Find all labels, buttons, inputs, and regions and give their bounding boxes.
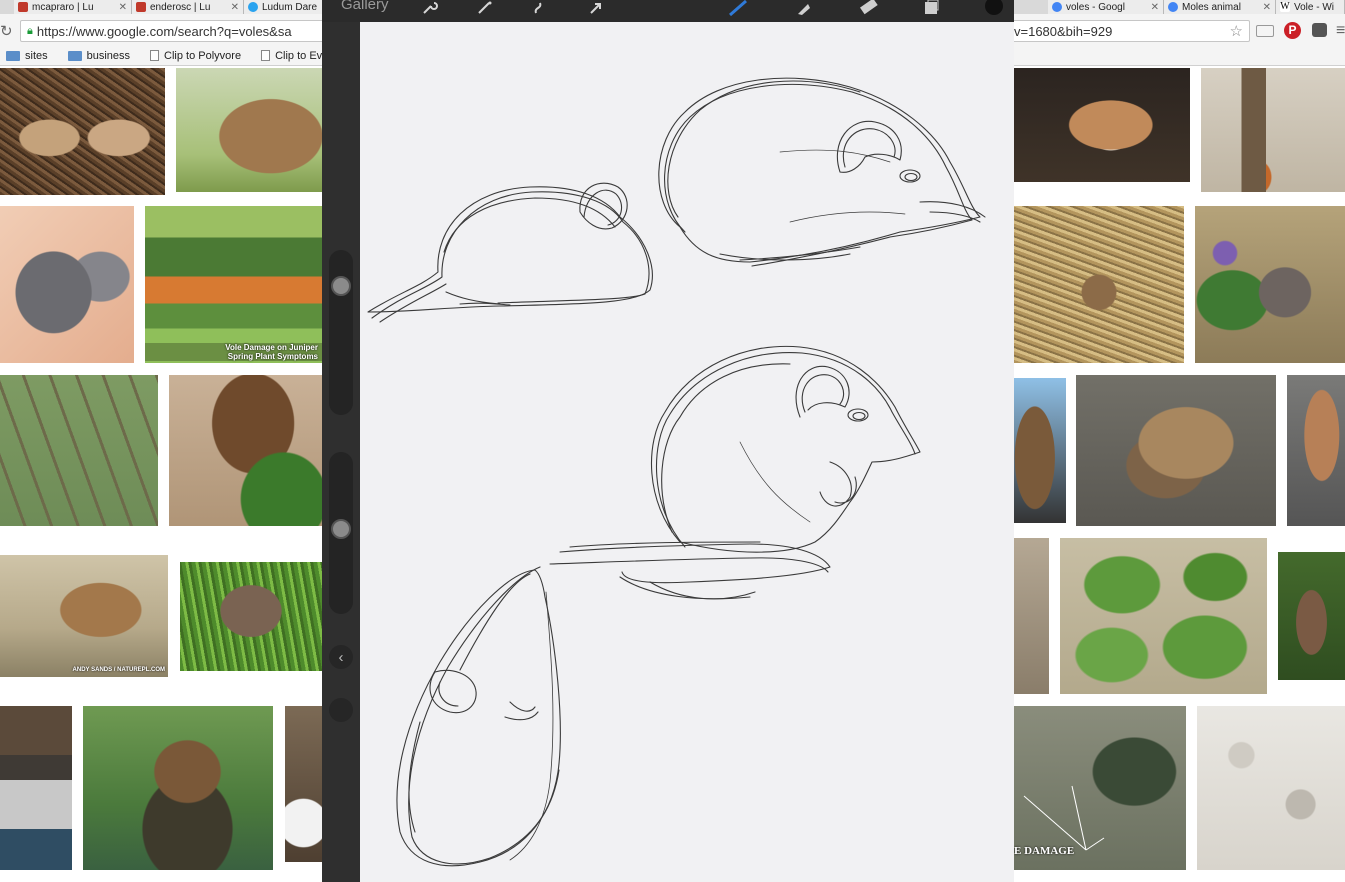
page-icon — [261, 50, 271, 61]
image-result[interactable]: Vole Damage on Juniper Spring Plant Symp… — [145, 206, 322, 363]
image-caption: Vole Damage on Juniper Spring Plant Symp… — [145, 343, 322, 361]
star-bookmark-icon[interactable]: ☆ — [1230, 22, 1243, 40]
pinterest-icon[interactable]: P — [1284, 22, 1301, 39]
wikipedia-icon: W — [1280, 1, 1290, 12]
ludum-dare-favicon — [18, 2, 28, 12]
google-icon — [1052, 2, 1062, 12]
selection-icon[interactable] — [529, 0, 551, 16]
bookmark-label: Clip to Eve — [275, 49, 329, 62]
pocket-icon[interactable] — [1312, 23, 1327, 37]
sketch-vole-body-small — [367, 182, 653, 323]
twitter-bird-icon — [248, 2, 258, 12]
folder-icon — [6, 50, 20, 61]
bookmark-label: sites — [25, 49, 48, 62]
magic-wand-icon[interactable] — [474, 0, 496, 16]
bookmark-clip-to-evernote[interactable]: Clip to Eve — [261, 50, 328, 62]
image-result[interactable] — [0, 206, 134, 363]
url-field[interactable]: 🔒︎ https://www.google.com/search?q=voles… — [20, 20, 330, 42]
image-result[interactable] — [180, 562, 322, 671]
extension-icon[interactable] — [1256, 25, 1274, 37]
layers-icon[interactable] — [920, 0, 942, 16]
folder-icon — [67, 50, 82, 61]
image-result[interactable] — [285, 706, 322, 862]
image-result[interactable] — [1076, 375, 1276, 526]
bookmark-sites[interactable]: sites — [6, 50, 48, 62]
image-result[interactable] — [1014, 206, 1184, 363]
tab-title: enderosc | Lu — [150, 1, 211, 13]
color-swatch-icon[interactable] — [983, 0, 1005, 16]
image-result[interactable] — [1014, 378, 1066, 523]
image-result[interactable] — [0, 706, 72, 870]
page-icon — [150, 50, 160, 61]
image-result[interactable] — [1195, 206, 1345, 363]
image-result[interactable] — [1278, 552, 1345, 680]
tab-title: mcapraro | Lu — [32, 1, 94, 13]
image-caption: E DAMAGE — [1014, 845, 1075, 857]
brush-icon[interactable] — [728, 0, 750, 16]
redo-icon[interactable] — [329, 698, 353, 722]
image-result[interactable] — [1287, 375, 1345, 526]
transform-arrow-icon[interactable] — [585, 0, 607, 16]
menu-icon[interactable]: ≡ — [1336, 22, 1345, 40]
url-text: https://www.google.com/search?q=voles&sa — [36, 23, 292, 39]
brush-size-slider[interactable] — [329, 250, 353, 415]
vole-sketches — [367, 77, 986, 867]
tab-voles-google[interactable]: voles - Googl ✕ — [1048, 0, 1164, 14]
brush-opacity-knob[interactable] — [331, 519, 351, 539]
gallery-button[interactable]: Gallery — [341, 0, 389, 13]
sketch-vole-rough — [396, 566, 561, 867]
bookmark-clip-to-polyvore[interactable]: Clip to Polyvore — [150, 50, 241, 62]
close-tab-icon[interactable]: ✕ — [1147, 2, 1159, 13]
image-result[interactable] — [1014, 68, 1190, 182]
wrench-icon[interactable] — [419, 0, 441, 16]
bookmark-label: Clip to Polyvore — [164, 49, 242, 62]
image-result[interactable] — [169, 375, 322, 526]
bookmark-business[interactable]: business — [67, 49, 131, 62]
tab-title: Moles animal — [1182, 1, 1241, 13]
image-result[interactable] — [1197, 706, 1345, 870]
close-tab-icon[interactable]: ✕ — [115, 2, 127, 13]
image-result[interactable] — [176, 68, 322, 192]
smudge-icon[interactable] — [793, 0, 815, 16]
url-field-continued[interactable]: v=1680&bih=929 ☆ — [1010, 20, 1250, 42]
image-result[interactable] — [1014, 538, 1049, 694]
tab-ludum-dare[interactable]: Ludum Dare — [244, 0, 324, 14]
lock-icon: 🔒︎ — [27, 24, 33, 37]
image-result[interactable]: E DAMAGE — [1014, 706, 1186, 870]
procreate-toolbar: Gallery — [322, 0, 1014, 22]
image-result[interactable] — [1060, 538, 1267, 694]
tab-enderosc[interactable]: enderosc | Lu ✕ — [132, 0, 244, 14]
image-result[interactable] — [83, 706, 273, 870]
sketch-vole-sitting — [549, 345, 921, 600]
image-caption: ANDY SANDS / NATUREPL.COM — [72, 667, 165, 673]
tab-title: Vole - Wi — [1294, 1, 1335, 13]
close-tab-icon[interactable]: ✕ — [227, 2, 239, 13]
url-text: v=1680&bih=929 — [1014, 23, 1113, 39]
image-result[interactable] — [0, 68, 165, 195]
bookmark-label: business — [86, 49, 131, 62]
eraser-icon[interactable] — [859, 0, 881, 16]
undo-icon[interactable]: ‹ — [329, 645, 353, 669]
tab-mcapraro[interactable]: mcapraro | Lu ✕ — [14, 0, 132, 14]
screen: mcapraro | Lu ✕ enderosc | Lu ✕ Ludum Da… — [0, 0, 1345, 882]
image-result[interactable]: ANDY SANDS / NATUREPL.COM — [0, 555, 168, 677]
image-result[interactable] — [1201, 68, 1345, 192]
tab-vole-wikipedia[interactable]: W Vole - Wi — [1276, 0, 1345, 14]
google-icon — [1168, 2, 1178, 12]
tab-title: Ludum Dare — [262, 1, 318, 13]
tab-moles-animal[interactable]: Moles animal ✕ — [1164, 0, 1276, 14]
brush-size-knob[interactable] — [331, 276, 351, 296]
sketch-vole-head — [658, 77, 986, 267]
drawing-canvas[interactable] — [360, 22, 1014, 882]
tab-title: voles - Googl — [1066, 1, 1125, 13]
ludum-dare-favicon — [136, 2, 146, 12]
reload-icon[interactable]: ↻ — [0, 22, 13, 40]
procreate-sidebar: ‹ — [322, 22, 360, 882]
image-result[interactable] — [0, 375, 158, 526]
procreate-app: Gallery ‹ — [322, 0, 1014, 882]
close-tab-icon[interactable]: ✕ — [1259, 2, 1271, 13]
